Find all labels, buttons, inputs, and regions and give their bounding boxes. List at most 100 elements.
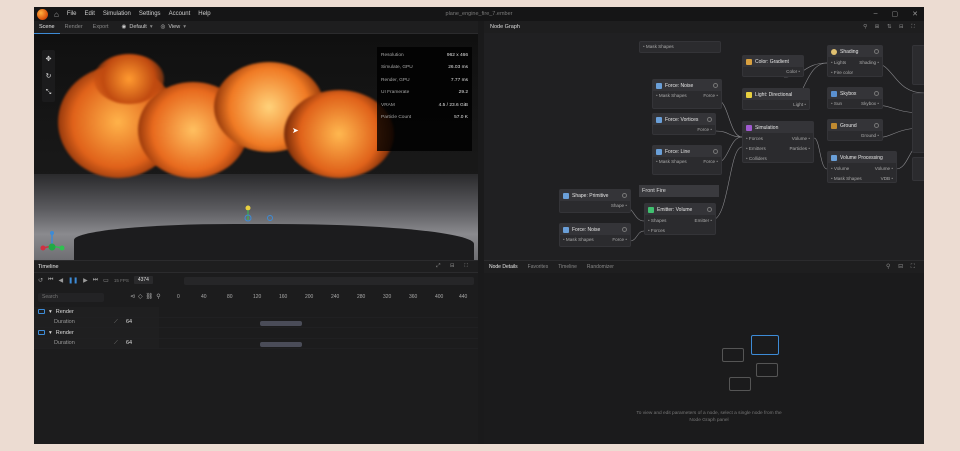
node-toggle[interactable] xyxy=(707,207,712,212)
node-toggle[interactable] xyxy=(874,49,879,54)
timeline-search-input[interactable]: Search xyxy=(38,293,104,302)
track-row[interactable]: ▾ Render xyxy=(34,307,478,318)
menu-help[interactable]: Help xyxy=(198,11,210,17)
track-row[interactable]: Duration ⟋ 64 xyxy=(34,317,478,328)
display-icon[interactable]: ▭ xyxy=(103,277,109,284)
transform-toolbar: ✥ ↻ ⤡ xyxy=(42,50,55,102)
node-force-noise[interactable]: Force: Noise Mask ShapesForce xyxy=(652,79,722,109)
camera-dropdown[interactable]: Default xyxy=(129,24,146,30)
node-graph-canvas[interactable]: Mask Shapes Force: Noise Mask ShapesForc… xyxy=(484,33,924,260)
menu-simulation[interactable]: Simulation xyxy=(103,11,131,17)
skip-forward-icon[interactable]: ⏭ xyxy=(93,277,98,284)
timeline-tracks: ▾ Render Duration ⟋ 64 ▾ Render Duration ⟋… xyxy=(34,307,478,349)
menu-account[interactable]: Account xyxy=(169,11,191,17)
panel-controls-icon[interactable]: ⚲ ⊞ ⇅ ⊟ ⛶ xyxy=(863,24,918,31)
keyframe-clip[interactable] xyxy=(260,341,302,347)
snap-icon[interactable]: ⊲ xyxy=(130,294,138,300)
stat-row: Render, GPU 7.77 ms xyxy=(381,77,468,83)
home-icon[interactable]: ⌂ xyxy=(54,10,59,19)
menu-bar: ⌂ File Edit Simulation Settings Account … xyxy=(34,7,924,21)
node-toggle[interactable] xyxy=(622,193,627,198)
scale-tool-icon[interactable]: ⤡ xyxy=(46,89,52,97)
step-forward-icon[interactable]: ▶ xyxy=(83,277,88,284)
node-color-gradient[interactable]: Color: Gradient Color xyxy=(742,55,804,77)
move-tool-icon[interactable]: ✥ xyxy=(46,55,52,63)
filter-icon[interactable]: ⚲ xyxy=(156,294,163,300)
camera-icon: ◉ xyxy=(121,24,127,30)
node-offscreen[interactable] xyxy=(912,157,924,181)
rotate-tool-icon[interactable]: ↻ xyxy=(46,72,52,80)
key-icon[interactable]: ◇ xyxy=(138,294,146,300)
view-dropdown[interactable]: View xyxy=(168,24,180,30)
axis-gizmo-icon[interactable] xyxy=(40,230,66,256)
tab-node-details[interactable]: Node Details xyxy=(484,261,523,274)
timeline-ruler: 0 40 80 120 160 200 240 280 320 360 400 … xyxy=(177,294,468,300)
stat-row: VRAM 4.5 / 23.6 GiB xyxy=(381,102,468,108)
keyframe-clip[interactable] xyxy=(260,320,302,326)
tab-timeline[interactable]: Timeline xyxy=(553,261,582,274)
node-offscreen[interactable] xyxy=(912,93,924,153)
minimize-icon[interactable]: – xyxy=(874,10,878,18)
ground-shadow xyxy=(74,224,474,260)
pause-icon[interactable]: ❚❚ xyxy=(68,277,78,284)
menu-file[interactable]: File xyxy=(67,11,77,17)
node-offscreen[interactable] xyxy=(912,45,924,85)
stat-row: Simulate, GPU 26.03 ms xyxy=(381,65,468,71)
app-window: ⌂ File Edit Simulation Settings Account … xyxy=(34,7,924,444)
tab-randomizer[interactable]: Randomizer xyxy=(582,261,619,274)
simulation-icon xyxy=(746,124,752,131)
node-frame-label[interactable]: Front Fire xyxy=(639,185,719,197)
shading-icon xyxy=(831,48,837,55)
tab-export[interactable]: Export xyxy=(88,21,114,34)
node-skybox[interactable]: Skybox SunSkybox xyxy=(827,87,883,109)
node-toggle[interactable] xyxy=(874,91,879,96)
tab-scene[interactable]: Scene xyxy=(34,21,60,34)
tab-favorites[interactable]: Favorites xyxy=(523,261,554,274)
close-icon[interactable]: ✕ xyxy=(912,10,918,18)
maximize-icon[interactable]: ▢ xyxy=(892,10,899,18)
tab-render[interactable]: Render xyxy=(60,21,88,34)
node-ground[interactable]: Ground Ground xyxy=(827,119,883,141)
node-force-line[interactable]: Force: Line Mask ShapesForce xyxy=(652,145,722,175)
node-mask-top[interactable]: Mask Shapes xyxy=(639,41,721,53)
node-force-vortices[interactable]: Force: Vortices Force xyxy=(652,113,716,135)
node-simulation[interactable]: Simulation ForcesVolume EmittersParticle… xyxy=(742,121,814,163)
node-shading[interactable]: Shading LightsShading Fire color xyxy=(827,45,883,77)
track-row[interactable]: ▾ Render xyxy=(34,328,478,339)
node-graph-header: Node Graph ⚲ ⊞ ⇅ ⊟ ⛶ xyxy=(484,21,924,33)
node-volume-processing[interactable]: Volume Processing VolumeVolume Mask Shap… xyxy=(827,151,897,183)
collapse-icon[interactable]: ▾ xyxy=(49,309,52,315)
menu-edit[interactable]: Edit xyxy=(85,11,95,17)
loop-icon[interactable]: ↺ xyxy=(38,277,43,284)
scrub-bar[interactable] xyxy=(184,277,474,285)
node-toggle[interactable] xyxy=(622,227,627,232)
curve-icon[interactable]: ⟋ xyxy=(114,319,118,326)
scene-viewport[interactable]: ✥ ↻ ⤡ Resolution 962 x 466 Simulate, GPU 2… xyxy=(34,34,478,260)
step-back-icon[interactable]: ◀ xyxy=(58,277,63,284)
curve-icon[interactable]: ⟋ xyxy=(114,340,118,347)
node-light-directional[interactable]: Light: Directional Light xyxy=(742,88,810,110)
panel-controls-icon[interactable]: ⤢ ⊟ ⛶ xyxy=(436,263,472,270)
frame-field[interactable]: 4374 xyxy=(133,276,153,284)
emitter-gizmo-icon[interactable] xyxy=(242,204,278,228)
timeline-title: Timeline xyxy=(38,263,59,270)
panel-controls-icon[interactable]: ⚲ ⊟ ⛶ xyxy=(886,263,918,271)
emitter-icon xyxy=(648,206,654,213)
wind-icon xyxy=(563,226,569,233)
collapse-icon[interactable]: ▾ xyxy=(49,330,52,336)
menu-settings[interactable]: Settings xyxy=(139,11,161,17)
timeline-header: Timeline ⤢ ⊟ ⛶ xyxy=(34,261,478,273)
node-toggle[interactable] xyxy=(713,149,718,154)
node-toggle[interactable] xyxy=(713,83,718,88)
node-shape-primitive[interactable]: Shape: Primitive Shape xyxy=(559,189,631,213)
stat-row: Resolution 962 x 466 xyxy=(381,52,468,58)
link-icon[interactable]: ⛓ xyxy=(146,294,157,300)
node-toggle[interactable] xyxy=(707,117,712,122)
track-row[interactable]: Duration ⟋ 64 xyxy=(34,338,478,349)
skip-back-icon[interactable]: ⏮ xyxy=(48,277,53,284)
details-tab-bar: Node Details Favorites Timeline Randomiz… xyxy=(484,260,924,273)
volume-icon xyxy=(831,154,837,161)
node-toggle[interactable] xyxy=(874,123,879,128)
node-force-noise-2[interactable]: Force: Noise Mask ShapesForce xyxy=(559,223,631,247)
node-emitter-volume[interactable]: Emitter: Volume ShapesEmitter Forces xyxy=(644,203,716,235)
